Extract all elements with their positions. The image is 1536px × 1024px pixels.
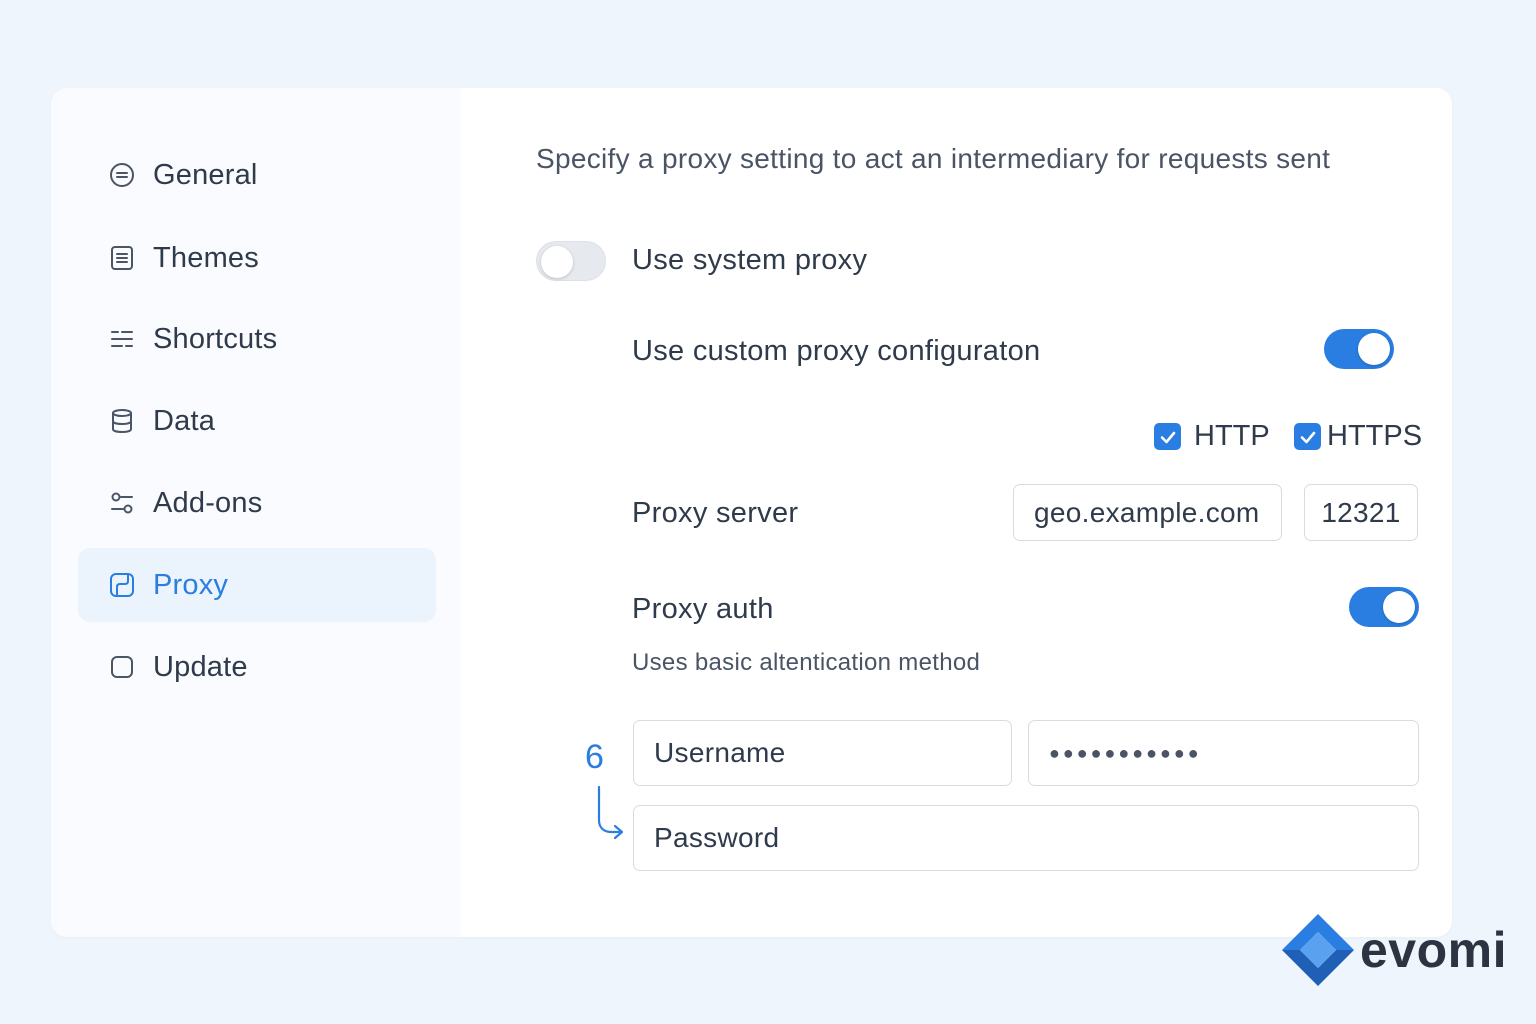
https-label: HTTPS	[1327, 420, 1423, 452]
sidebar-item-label: Update	[153, 650, 248, 683]
brand-name: evomi	[1360, 922, 1508, 978]
http-label: HTTP	[1194, 420, 1270, 452]
addons-icon	[108, 489, 136, 517]
sidebar-item-label: Data	[153, 404, 216, 437]
evomi-logo-icon	[1282, 914, 1354, 986]
sidebar-item-label: Shortcuts	[153, 322, 278, 355]
database-icon	[108, 407, 136, 435]
themes-icon	[108, 244, 136, 272]
general-icon	[108, 161, 136, 189]
toggle-knob	[1358, 333, 1390, 365]
sidebar-item-themes[interactable]: Themes	[78, 221, 436, 295]
proxy-icon	[108, 571, 136, 599]
proxy-auth-label: Proxy auth	[632, 593, 774, 625]
sidebar-item-general[interactable]: General	[78, 138, 436, 212]
proxy-auth-hint: Uses basic altentication method	[632, 649, 981, 676]
sidebar-item-label: Themes	[153, 241, 259, 274]
sidebar-item-proxy[interactable]: Proxy	[78, 548, 436, 622]
check-icon	[1154, 423, 1181, 450]
proxy-auth-toggle[interactable]	[1349, 587, 1419, 627]
sidebar: General Themes Shortcuts Data Add-ons Pr…	[51, 88, 461, 937]
settings-card: General Themes Shortcuts Data Add-ons Pr…	[51, 88, 1452, 937]
system-proxy-toggle[interactable]	[536, 241, 606, 281]
custom-proxy-label: Use custom proxy configuraton	[632, 335, 1041, 367]
masked-value-field[interactable]: ●●●●●●●●●●●	[1028, 720, 1419, 786]
brand-logo: evomi	[1280, 912, 1507, 988]
toggle-knob	[541, 246, 573, 278]
sidebar-item-label: Add-ons	[153, 486, 263, 519]
sidebar-item-update[interactable]: Update	[78, 630, 436, 704]
custom-proxy-toggle[interactable]	[1324, 329, 1394, 369]
http-checkbox[interactable]: HTTP	[1154, 420, 1270, 453]
sidebar-item-shortcuts[interactable]: Shortcuts	[78, 302, 436, 376]
system-proxy-label: Use system proxy	[632, 244, 868, 276]
username-input[interactable]	[633, 720, 1012, 786]
password-input[interactable]	[633, 805, 1419, 871]
annotation-number: 6	[585, 738, 604, 776]
sidebar-item-data[interactable]: Data	[78, 384, 436, 458]
update-icon	[108, 653, 136, 681]
proxy-host-input[interactable]	[1013, 484, 1282, 541]
sidebar-item-label: General	[153, 158, 258, 191]
proxy-port-input[interactable]	[1304, 484, 1418, 541]
proxy-description: Specify a proxy setting to act an interm…	[536, 143, 1331, 174]
proxy-server-label: Proxy server	[632, 497, 799, 529]
annotation-arrow-icon	[597, 785, 624, 840]
shortcuts-icon	[108, 325, 136, 353]
check-icon	[1294, 423, 1321, 450]
sidebar-item-label: Proxy	[153, 568, 229, 601]
sidebar-item-addons[interactable]: Add-ons	[78, 466, 436, 540]
https-checkbox[interactable]: HTTPS	[1294, 420, 1422, 453]
toggle-knob	[1383, 591, 1415, 623]
